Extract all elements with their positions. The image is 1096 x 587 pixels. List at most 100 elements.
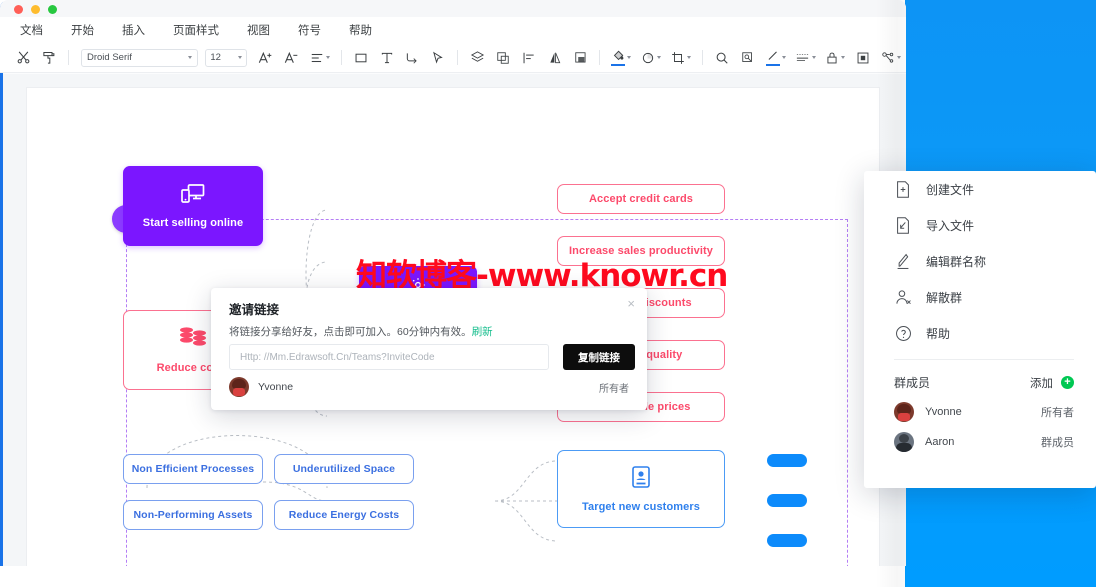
group-objects-icon[interactable]	[492, 47, 514, 69]
user-remove-icon	[894, 288, 912, 306]
format-painter-icon[interactable]	[38, 47, 60, 69]
chevron-down-icon	[897, 56, 902, 59]
chevron-down-icon	[188, 56, 193, 59]
increase-font-size-icon[interactable]	[255, 47, 277, 69]
file-plus-icon	[894, 180, 912, 198]
member-row-aaron[interactable]: Aaron 群成员	[864, 427, 1096, 457]
node-accept-credit-cards[interactable]: Accept credit cards	[557, 184, 725, 214]
shape-rectangle-icon[interactable]	[350, 47, 372, 69]
maximize-window-button[interactable]	[48, 5, 57, 14]
node-underutilized-space[interactable]: Underutilized Space	[274, 454, 414, 484]
invite-link-input[interactable]: Http: //Mm.Edrawsoft.Cn/Teams?InviteCode	[229, 344, 549, 370]
minimize-window-button[interactable]	[31, 5, 40, 14]
chevron-down-icon	[325, 56, 330, 59]
chevron-down-icon	[781, 56, 786, 59]
avatar	[894, 432, 914, 452]
node-label: Accept credit cards	[589, 193, 693, 205]
font-family-value: Droid Serif	[87, 52, 132, 63]
menu-help[interactable]: 帮助	[335, 22, 386, 38]
menu-document[interactable]: 文档	[6, 22, 57, 38]
text-tool-icon[interactable]	[376, 47, 398, 69]
connector-tool-icon[interactable]	[401, 47, 423, 69]
search-icon[interactable]	[711, 47, 733, 69]
side-panel-item-create-file[interactable]: 创建文件	[864, 171, 1096, 207]
copy-link-button[interactable]: 复制链接	[563, 344, 635, 370]
dialog-member-row: Yvonne	[229, 377, 293, 397]
add-member-button[interactable]: 添加	[1030, 375, 1053, 391]
file-import-icon	[894, 216, 912, 234]
node-non-efficient-processes[interactable]: Non Efficient Processes	[123, 454, 263, 484]
layers-icon[interactable]	[466, 47, 488, 69]
node-non-performing-assets[interactable]: Non-Performing Assets	[123, 500, 263, 530]
line-color-icon[interactable]	[763, 47, 789, 69]
node-label: Target new customers	[582, 501, 700, 513]
dialog-member-name: Yvonne	[258, 381, 294, 393]
group-side-panel[interactable]: 创建文件 导入文件 编辑群名称 解散群 帮助 群成员 添加 + Yvonne 所…	[864, 171, 1096, 488]
traffic-light-controls	[14, 5, 57, 14]
side-panel-label: 帮助	[926, 326, 951, 341]
close-icon[interactable]: ×	[627, 297, 635, 310]
fill-color-icon[interactable]	[608, 47, 634, 69]
node-reduce-energy-costs[interactable]: Reduce Energy Costs	[274, 500, 414, 530]
font-size-select[interactable]: 12	[205, 48, 248, 67]
arrange-objects-icon[interactable]	[878, 47, 904, 69]
side-panel-item-dissolve-group[interactable]: 解散群	[864, 279, 1096, 315]
user-card-icon	[630, 465, 652, 492]
find-replace-icon[interactable]	[737, 47, 759, 69]
line-style-icon[interactable]	[793, 47, 819, 69]
cut-icon[interactable]	[12, 47, 34, 69]
menu-bar: 文档 开始 插入 页面样式 视图 符号 帮助	[0, 17, 906, 43]
crop-icon[interactable]	[668, 47, 694, 69]
side-panel-label: 导入文件	[926, 218, 975, 233]
node-target-new-customers[interactable]: Target new customers	[557, 450, 725, 528]
node-label: Non-Performing Assets	[133, 509, 253, 521]
pill-node-1[interactable]	[767, 454, 807, 467]
node-label: Reduce Energy Costs	[288, 509, 400, 521]
refresh-link-button[interactable]: 刷新	[472, 326, 493, 338]
member-row-yvonne[interactable]: Yvonne 所有者	[864, 397, 1096, 427]
chevron-down-icon	[238, 56, 243, 59]
side-panel-item-edit-group-name[interactable]: 编辑群名称	[864, 243, 1096, 279]
dialog-title: 邀请链接	[229, 303, 280, 317]
align-left-icon[interactable]	[518, 47, 540, 69]
flip-horizontal-icon[interactable]	[544, 47, 566, 69]
member-role: 群成员	[1041, 437, 1074, 449]
side-panel-label: 编辑群名称	[926, 254, 987, 269]
pencil-icon	[894, 252, 912, 270]
menu-page-style[interactable]: 页面样式	[159, 22, 233, 38]
title-bar	[0, 0, 906, 17]
coins-icon	[178, 326, 208, 353]
question-circle-icon	[894, 324, 912, 342]
shape-style-icon[interactable]	[638, 47, 664, 69]
side-panel-label: 解散群	[926, 290, 963, 305]
invite-link-dialog[interactable]: 邀请链接 × 将链接分享给好友，点击即可加入。60分钟内有效。刷新 Http: …	[211, 288, 647, 410]
menu-symbol[interactable]: 符号	[284, 22, 335, 38]
side-panel-label: 创建文件	[926, 182, 975, 197]
lock-icon[interactable]	[822, 47, 848, 69]
plus-icon[interactable]: +	[1061, 376, 1074, 389]
bring-to-front-icon[interactable]	[570, 47, 592, 69]
menu-home[interactable]: 开始	[57, 22, 108, 38]
members-section-header: 群成员 添加 +	[864, 360, 1096, 397]
menu-insert[interactable]: 插入	[108, 22, 159, 38]
decrease-font-size-icon[interactable]	[281, 47, 303, 69]
dialog-description-text: 将链接分享给好友，点击即可加入。60分钟内有效。	[229, 326, 472, 338]
side-panel-item-import-file[interactable]: 导入文件	[864, 207, 1096, 243]
avatar	[229, 377, 249, 397]
dialog-member-role: 所有者	[599, 384, 629, 395]
menu-view[interactable]: 视图	[233, 22, 284, 38]
pill-node-2[interactable]	[767, 494, 807, 507]
pill-node-3[interactable]	[767, 534, 807, 547]
app-root: 文档 开始 插入 页面样式 视图 符号 帮助 Droid Serif 12 St…	[0, 0, 1096, 587]
node-label: Non Efficient Processes	[131, 463, 255, 475]
side-panel-item-help[interactable]: 帮助	[864, 315, 1096, 351]
paragraph-align-icon[interactable]	[307, 47, 333, 69]
pointer-tool-icon[interactable]	[427, 47, 449, 69]
chevron-down-icon	[657, 56, 662, 59]
node-label: Underutilized Space	[292, 463, 396, 475]
node-start-selling-online[interactable]: Start selling online	[123, 166, 263, 246]
shadow-effect-icon[interactable]	[852, 47, 874, 69]
toolbar: Droid Serif 12	[0, 43, 906, 73]
close-window-button[interactable]	[14, 5, 23, 14]
font-family-select[interactable]: Droid Serif	[81, 48, 199, 67]
